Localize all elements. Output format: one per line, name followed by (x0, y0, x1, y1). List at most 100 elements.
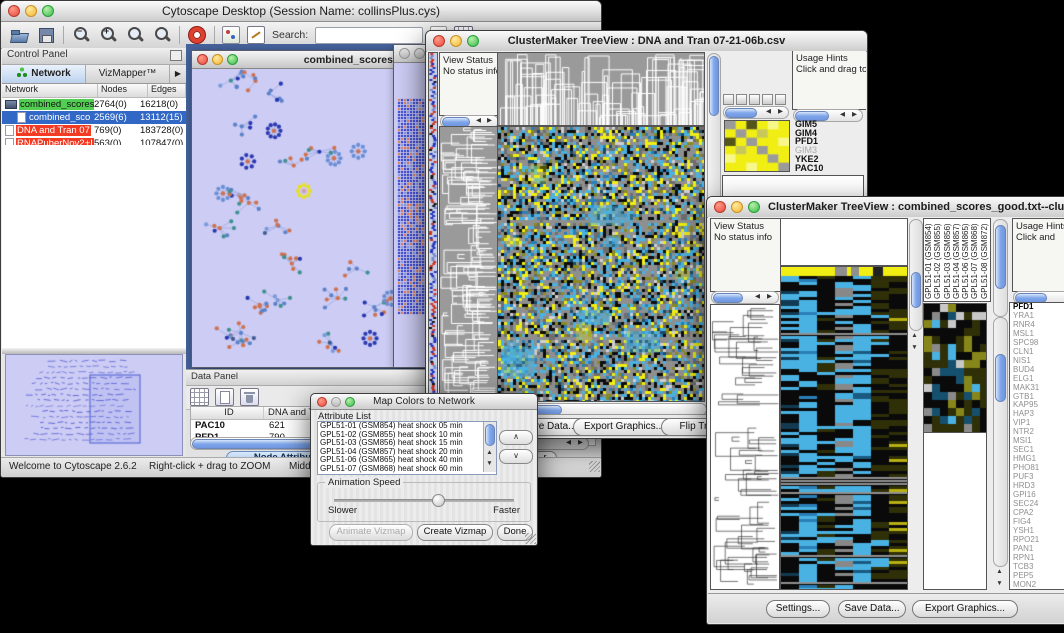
scroll-right-icon[interactable]: ▶ (484, 116, 495, 126)
float-panel-icon[interactable] (170, 50, 182, 61)
treeview2-titlebar[interactable]: ClusterMaker TreeView : combined_scores_… (707, 197, 1064, 218)
resize-grip[interactable] (525, 533, 536, 544)
minimize-button[interactable] (25, 5, 37, 17)
tab-network[interactable]: Network (2, 65, 86, 83)
scroll-up-icon[interactable]: ▲ (909, 331, 920, 341)
zoom-button[interactable] (42, 5, 54, 17)
faster-label: Faster (493, 505, 520, 516)
create-vizmap-button[interactable]: Create Vizmap (417, 524, 493, 541)
column-labels-vscrollbar[interactable] (993, 219, 1008, 317)
heatmap-vscrollbar[interactable] (909, 219, 923, 331)
scroll-up-icon[interactable]: ▲ (484, 448, 495, 458)
zoom-toolbar-icons[interactable] (723, 94, 786, 105)
scroll-right-icon[interactable]: ▶ (775, 107, 786, 117)
zoomed-heatmap[interactable] (924, 304, 986, 432)
speed-slider[interactable] (334, 499, 514, 502)
column-label: GPL51-04 (GSM857) (952, 219, 961, 299)
zoom-selected-icon[interactable] (152, 25, 172, 45)
minimize-icon[interactable] (414, 48, 425, 59)
open-file-icon[interactable] (9, 25, 29, 45)
slider-thumb[interactable] (432, 494, 445, 507)
treeview2-title: ClusterMaker TreeView : combined_scores_… (768, 201, 1064, 213)
close-icon[interactable] (399, 48, 410, 59)
scroll-down-icon[interactable]: ▼ (994, 579, 1005, 589)
help-lifesaver-icon[interactable] (187, 25, 207, 45)
scroll-left-icon[interactable]: ◀ (752, 292, 763, 302)
scroll-up-icon[interactable]: ▲ (994, 567, 1005, 577)
resize-grip[interactable] (589, 461, 600, 472)
scroll-left-icon[interactable]: ◀ (563, 438, 574, 448)
minimize-icon[interactable] (212, 54, 223, 65)
zoom-out-icon[interactable]: − (71, 25, 91, 45)
annotation-icon[interactable] (247, 26, 265, 44)
minimize-button[interactable] (731, 201, 743, 213)
zoom-button[interactable] (345, 397, 355, 407)
scroll-right-icon[interactable]: ▶ (849, 110, 860, 120)
animate-vizmap-button[interactable]: Animate Vizmap (329, 524, 413, 541)
usage-hints-box: Usage HintsClick and drag to (793, 51, 866, 109)
attribute-list[interactable]: ▲ ▼ GPL51-01 (GSM854) heat shock 05 minG… (317, 421, 497, 475)
tab-overflow-arrow[interactable]: ▶ (170, 65, 186, 83)
animation-speed-group: Animation Speed Slower Faster (317, 482, 531, 522)
scroll-down-icon[interactable]: ▼ (484, 459, 495, 469)
move-down-button[interactable]: ∨ (499, 449, 533, 464)
toolbar-separator (63, 26, 64, 44)
minimize-button[interactable] (450, 35, 462, 47)
map-colors-dialog: Map Colors to Network Attribute List ▲ ▼… (310, 393, 538, 546)
save-icon[interactable] (36, 25, 56, 45)
delete-attribute-icon[interactable] (240, 388, 259, 406)
zoom-button[interactable] (467, 35, 479, 47)
scroll-right-icon[interactable]: ▶ (764, 292, 775, 302)
zoomed-heatmap[interactable] (725, 121, 789, 171)
zoom-icon[interactable] (227, 54, 238, 65)
table-row[interactable]: DNA and Tran 07 769(0) 183728(0) (2, 124, 186, 137)
vizmapper-icon[interactable] (222, 26, 240, 44)
new-attribute-icon[interactable] (215, 388, 234, 406)
row-dendrogram[interactable] (440, 127, 497, 401)
column-label: GPL51-03 (GSM856) (943, 219, 952, 299)
settings-button[interactable]: Settings... (766, 600, 830, 618)
scroll-right-icon[interactable]: ▶ (575, 438, 586, 448)
gene-label-list: GIM5 GIM4 PFD1 GIM3 YKE2 PAC10 (795, 120, 823, 172)
zoom-button[interactable] (748, 201, 760, 213)
close-button[interactable] (714, 201, 726, 213)
zoom-in-icon[interactable]: + (98, 25, 118, 45)
minimize-button[interactable] (331, 397, 341, 407)
minus-glyph: − (75, 26, 84, 36)
main-titlebar[interactable]: Cytoscape Desktop (Session Name: collins… (1, 1, 601, 22)
heatmap-canvas[interactable] (781, 267, 907, 589)
row-dendrogram[interactable] (711, 305, 779, 589)
column-dendrogram[interactable] (498, 53, 704, 125)
table-row-selected[interactable]: combined_sco 2569(6) 13112(15) (2, 111, 186, 124)
close-button[interactable] (8, 5, 20, 17)
table-row[interactable]: combined_scores 2764(0) 16218(0) (2, 98, 186, 111)
attribute-item[interactable]: GPL51-07 (GSM868) heat shock 60 min (318, 465, 496, 474)
treeview1-titlebar[interactable]: ClusterMaker TreeView : DNA and Tran 07-… (426, 31, 867, 52)
close-button[interactable] (433, 35, 445, 47)
attribute-grid-icon[interactable] (190, 388, 209, 406)
column-dendrogram-area (781, 219, 907, 265)
network-overview-thumbnail[interactable] (5, 354, 183, 456)
export-graphics-button[interactable]: Export Graphics... (573, 418, 675, 436)
treeview2-window: ClusterMaker TreeView : combined_scores_… (706, 196, 1064, 625)
toolbar-separator (179, 26, 180, 44)
slower-label: Slower (328, 505, 357, 516)
tab-vizmapper[interactable]: VizMapper™ (86, 65, 170, 83)
scroll-left-icon[interactable]: ◀ (473, 116, 484, 126)
save-data-button[interactable]: Save Data... (838, 600, 906, 618)
export-graphics-button[interactable]: Export Graphics... (912, 600, 1018, 618)
gene-list-vscrollbar[interactable] (993, 317, 1008, 567)
dialog-titlebar[interactable]: Map Colors to Network (311, 394, 537, 410)
global-pixel-strip[interactable] (429, 53, 437, 405)
heatmap-canvas[interactable] (498, 127, 704, 401)
attribute-list-vscrollbar[interactable]: ▲ ▼ (483, 422, 496, 472)
zoom-fit-icon[interactable] (125, 25, 145, 45)
close-button[interactable] (317, 397, 327, 407)
search-input[interactable] (315, 27, 423, 44)
close-icon[interactable] (197, 54, 208, 65)
window-controls (8, 5, 54, 17)
scroll-left-icon[interactable]: ◀ (837, 110, 848, 120)
scroll-down-icon[interactable]: ▼ (909, 343, 920, 353)
scroll-left-icon[interactable]: ◀ (763, 107, 774, 117)
move-up-button[interactable]: ∧ (499, 430, 533, 445)
